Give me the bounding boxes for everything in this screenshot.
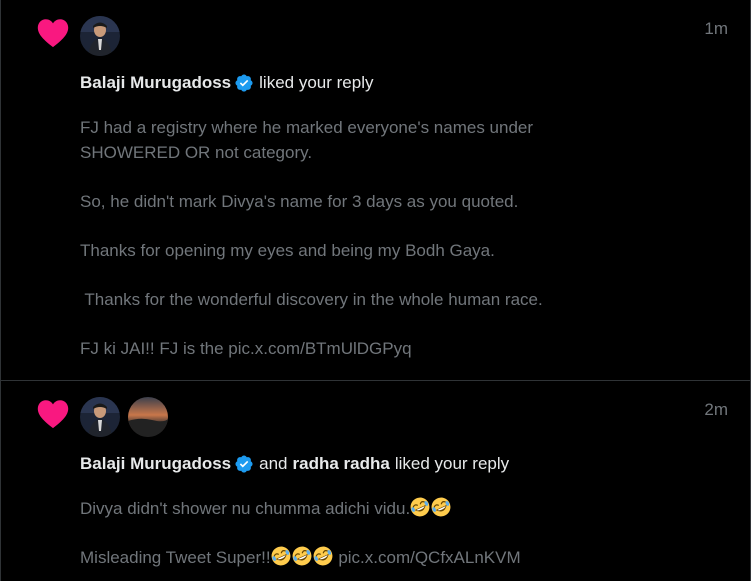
reply-line: Misleading Tweet Super!! [80,548,271,567]
reply-line: Divya didn't shower nu chumma adichi vid… [80,499,411,518]
rolling-on-floor-laughing-icon [292,546,312,566]
reply-text[interactable]: Divya didn't shower nu chumma adichi vid… [80,497,720,571]
reply-text[interactable]: FJ had a registry where he marked everyo… [80,116,720,361]
reply-line: SHOWERED OR not category. [80,142,313,162]
heart-icon [37,19,69,48]
action-text: liked your reply [259,73,374,92]
rolling-on-floor-laughing-icon [313,546,333,566]
avatar[interactable] [80,16,120,56]
rolling-on-floor-laughing-icon [271,546,291,566]
timestamp[interactable]: 1m [704,19,728,39]
timestamp[interactable]: 2m [704,400,728,420]
rolling-on-floor-laughing-icon [410,497,430,517]
reply-line: Thanks for opening my eyes and being my … [80,240,495,260]
reply-line: FJ ki JAI!! FJ is the pic.x.com/BTmUlDGP… [80,338,412,358]
rolling-on-floor-laughing-icon [431,497,451,517]
user-name[interactable]: radha radha [293,453,390,475]
avatar[interactable] [128,397,168,437]
verified-badge-icon [235,455,253,473]
reply-line: FJ had a registry where he marked everyo… [80,118,534,137]
notification-headline: Balaji Murugadoss and radha radha liked … [80,453,509,475]
action-text: liked your reply [394,454,510,473]
heart-icon [37,400,69,429]
user-name[interactable]: Balaji Murugadoss [80,72,231,94]
user-name[interactable]: Balaji Murugadoss [80,453,231,475]
reply-line: Thanks for the wonderful discovery in th… [80,289,543,309]
verified-badge-icon [235,74,253,92]
notification-headline: Balaji Murugadoss liked your reply [80,72,373,94]
rolling-on-floor-laughing-emoji [271,546,334,567]
rolling-on-floor-laughing-emoji [410,497,452,518]
avatar[interactable] [80,397,120,437]
reply-line: So, he didn't mark Divya's name for 3 da… [80,191,519,211]
notification-item[interactable]: 1m Balaji Murugadoss liked your reply FJ… [0,0,751,380]
notification-item[interactable]: 2m Balaji Murugadoss and radha radha lik… [0,381,751,581]
conjunction-text: and [259,454,288,473]
reply-link[interactable]: pic.x.com/QCfxALnKVM [338,548,520,567]
